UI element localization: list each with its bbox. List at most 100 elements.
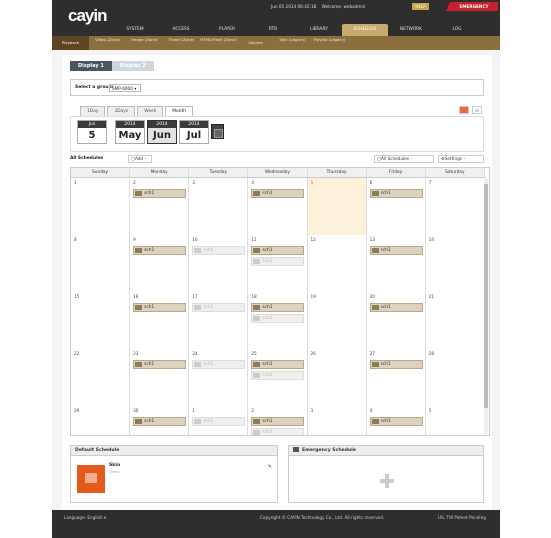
calendar-day-cell[interactable]: 30 sch1 [130,406,190,435]
calendar-day-cell[interactable]: 21 [425,292,485,349]
schedule-event-sch1[interactable]: sch1 [251,417,305,426]
schedule-event-sch1[interactable]: sch1 [369,303,423,312]
subnav-playlist-legacy[interactable]: Playlist (Legacy) [311,36,348,50]
prev-month-card[interactable]: 2014 May [115,120,145,144]
today-card[interactable]: Jun 5 [77,120,107,144]
add-emergency-icon[interactable] [380,474,394,488]
nav-log[interactable]: LOG [434,24,480,36]
scrollbar-thumb[interactable] [484,184,488,408]
calendar-day-cell[interactable]: 2 sch1 [130,178,190,235]
calendar-day-cell[interactable]: 2sch1sch2sch2 [248,406,308,435]
subnav-html-flash-zone[interactable]: HTML/Flash (Zone) [200,36,237,50]
tab-display-1[interactable]: Display 1 [70,61,112,71]
calendar-day-cell[interactable]: 4 sch1 [366,406,426,435]
nav-system[interactable]: SYSTEM [112,24,158,36]
nav-player[interactable]: PLAYER [204,24,250,36]
schedule-event-sch1[interactable]: sch1 [251,360,305,369]
calendar-day-cell[interactable]: 25 sch1 sch2 [248,349,308,406]
calendar-day-cell[interactable]: 20 sch1 [366,292,426,349]
calendar-day-cell[interactable]: 23 sch1 [130,349,190,406]
list-view-icon[interactable]: ≡ [472,106,482,114]
calendar-day-cell[interactable]: 29 [71,406,131,435]
nav-access[interactable]: ACCESS [158,24,204,36]
schedule-event-sch2[interactable]: sch2 [192,360,246,369]
calendar-scrollbar[interactable] [484,178,488,434]
language-selector[interactable]: Language: English ▾ [64,515,106,520]
subnav-volume[interactable]: Volume [237,36,274,50]
subnav-video-zone[interactable]: Video (Zone) [89,36,126,50]
schedule-event-sch2[interactable]: sch2 [192,303,246,312]
calendar-day-cell[interactable]: 11 sch1 sch2 [248,235,308,292]
edit-icon[interactable]: ✎ [268,464,272,470]
tab-month[interactable]: Month [165,106,194,116]
skin-thumbnail[interactable] [77,465,105,493]
calendar-day-cell[interactable]: 1 [71,178,131,235]
calendar-day-cell[interactable]: 28 [425,349,485,406]
calendar-day-cell[interactable]: 16 sch1 [130,292,190,349]
schedule-event-sch1[interactable]: sch1 [133,360,187,369]
calendar-day-cell[interactable]: 18 sch1 sch2 [248,292,308,349]
help-button[interactable]: HELP [412,3,429,10]
tab-display-2[interactable]: Display 2 [111,61,154,71]
calendar-day-cell[interactable]: 5 [425,406,485,435]
calendar-day-cell[interactable]: 9 sch1 [130,235,190,292]
all-schedules-button[interactable]: ▢All Schedules ◦ [374,155,434,163]
calendar-day-cell[interactable]: 10 sch2 [189,235,249,292]
schedule-event-sch1[interactable]: sch1 [133,303,187,312]
schedule-event-sch2[interactable]: sch2 [251,371,305,380]
tab-3days[interactable]: 3Days [107,106,136,116]
nav-library[interactable]: LIBRARY [296,24,342,36]
calendar-day-cell[interactable]: 24 sch2 [189,349,249,406]
group-select[interactable]: SMP-6000 ▾ [109,84,141,92]
schedule-event-sch2[interactable]: sch2 [192,417,246,426]
subnav-skin-legacy[interactable]: Skin (Legacy) [274,36,311,50]
subnav-ticker-zone[interactable]: Ticker (Zone) [163,36,200,50]
calendar-day-cell[interactable]: 17 sch2 [189,292,249,349]
schedule-event-sch1[interactable]: sch1 [133,417,187,426]
calendar-day-cell[interactable]: 19 [307,292,367,349]
tab-1day[interactable]: 1Day [80,106,106,116]
calendar-day-cell[interactable]: 7 [425,178,485,235]
add-button[interactable]: ▢Add ◦ [128,155,152,163]
schedule-event-sch2[interactable]: sch2 [251,428,305,435]
schedule-event-sch1[interactable]: sch1 [251,246,305,255]
calendar-day-cell[interactable]: 6 sch1 [366,178,426,235]
next-month-card[interactable]: 2014 Jul [179,120,209,144]
calendar-day-cell[interactable]: 14 [425,235,485,292]
nav-rtb[interactable]: RTB [250,24,296,36]
settings-button[interactable]: ⚙Settings ◦ [438,155,484,163]
calendar-day-cell[interactable]: 1 sch2 [189,406,249,435]
calendar-day-cell[interactable]: 22 [71,349,131,406]
calendar-day-cell[interactable]: 3 [189,178,249,235]
calendar-view-icon[interactable] [459,106,469,114]
calendar-picker-icon[interactable] [211,124,224,139]
subnav-image-zone[interactable]: Image (Zone) [126,36,163,50]
calendar-day-cell[interactable]: 27 sch1 [366,349,426,406]
calendar-day-cell[interactable]: 5 [307,178,367,235]
current-month-card[interactable]: 2014 Jun [147,120,177,144]
calendar-day-cell[interactable]: 12 [307,235,367,292]
calendar-day-cell[interactable]: 13 sch1 [366,235,426,292]
emergency-button[interactable]: EMERGENCY [446,2,498,11]
schedule-event-sch2[interactable]: sch2 [251,314,305,323]
schedule-event-sch1[interactable]: sch1 [369,246,423,255]
calendar-day-cell[interactable]: 4 sch1 [248,178,308,235]
calendar-day-cell[interactable]: 3 [307,406,367,435]
schedule-event-sch1[interactable]: sch1 [133,189,187,198]
schedule-event-sch1[interactable]: sch1 [251,189,305,198]
schedule-event-sch2[interactable]: sch2 [251,257,305,266]
schedule-event-sch1[interactable]: sch1 [369,417,423,426]
schedule-event-sch1[interactable]: sch1 [133,246,187,255]
calendar-day-cell[interactable]: 26 [307,349,367,406]
calendar-day-cell[interactable]: 15 [71,292,131,349]
tab-week[interactable]: Week [137,106,164,116]
welcome-menu[interactable]: Welcome, webadmin [322,4,366,9]
nav-schedule[interactable]: SCHEDULE [342,24,388,36]
schedule-event-sch2[interactable]: sch2 [192,246,246,255]
schedule-event-sch1[interactable]: sch1 [369,360,423,369]
calendar-day-cell[interactable]: 8 [71,235,131,292]
schedule-event-sch1[interactable]: sch1 [251,303,305,312]
nav-network[interactable]: NETWORK [388,24,434,36]
subnav-playback[interactable]: Playback [52,36,89,50]
schedule-event-sch1[interactable]: sch1 [369,189,423,198]
